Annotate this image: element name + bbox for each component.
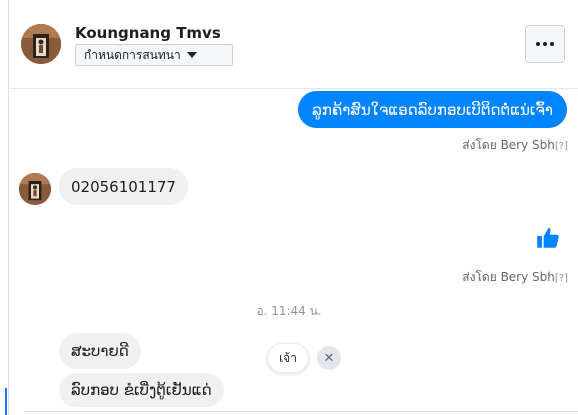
caret-down-icon	[186, 52, 197, 58]
sent-by-label: ส่งโดย Bery Sbh[?]	[462, 270, 568, 284]
thumbs-up-icon[interactable]	[535, 225, 561, 251]
sender-avatar[interactable]	[19, 173, 51, 205]
conversation-header: Koungnang Tmvs กำหนดการสนทนา	[9, 0, 578, 89]
ellipsis-icon	[543, 42, 547, 46]
close-icon[interactable]: ✕	[317, 346, 341, 370]
conversation-options-label: กำหนดการสนทนา	[84, 47, 181, 62]
message-text: ລົບກອບ ຂໍເບີ່ງຕູ້ເຢັນແດ່	[71, 381, 212, 399]
ellipsis-icon	[550, 42, 554, 46]
conversation-options-button[interactable]: กำหนดการสนทนา	[75, 44, 233, 66]
quick-reply-label: เจ้า	[279, 350, 297, 365]
avatar-image	[21, 24, 61, 64]
message-text: ລູກຄ້າສົນໃຈແອດລົບກອບເບີຕິດຕໍ່ແນ່ເຈົ້າ	[312, 100, 553, 119]
composer-divider	[24, 411, 578, 412]
message-text: 02056101177	[71, 177, 176, 196]
contact-name[interactable]: Koungnang Tmvs	[75, 24, 221, 42]
message-timestamp: อ. 11:44 น.	[256, 304, 322, 318]
quick-reply-chip[interactable]: เจ้า	[267, 343, 309, 373]
avatar-image	[19, 173, 51, 205]
incoming-message-bubble[interactable]: ລົບກອບ ຂໍເບີ່ງຕູ້ເຢັນແດ່	[59, 373, 224, 407]
sent-by-label: ส่งโดย Bery Sbh[?]	[462, 138, 568, 152]
help-link[interactable]: [?]	[555, 141, 568, 152]
incoming-message-bubble[interactable]: 02056101177	[59, 168, 188, 205]
incoming-message-bubble[interactable]: ສະບາຍດີ	[59, 333, 141, 369]
ellipsis-icon	[536, 42, 540, 46]
message-text: ສະບາຍດີ	[71, 342, 129, 360]
more-options-button[interactable]	[525, 25, 565, 63]
outgoing-message-bubble[interactable]: ລູກຄ້າສົນໃຈແອດລົບກອບເບີຕິດຕໍ່ແນ່ເຈົ້າ	[298, 91, 567, 128]
avatar[interactable]	[21, 24, 61, 64]
help-link[interactable]: [?]	[555, 273, 568, 284]
left-accent-bar	[5, 388, 7, 415]
